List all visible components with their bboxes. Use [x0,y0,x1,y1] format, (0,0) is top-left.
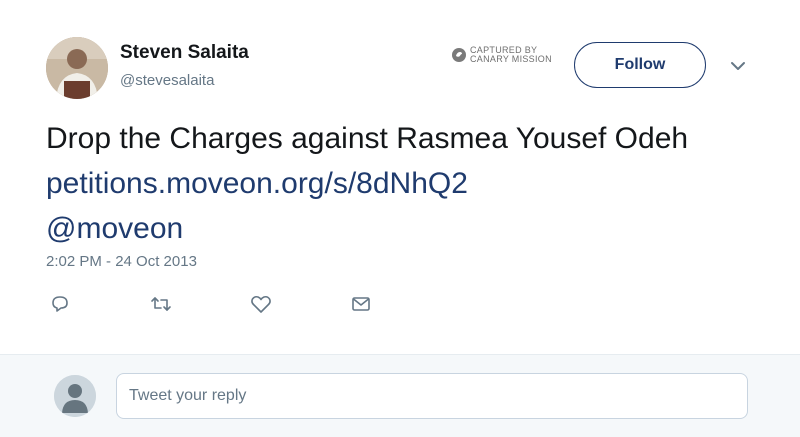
canary-mission-watermark: CAPTURED BY CANARY MISSION [452,46,552,64]
user-avatar [54,375,96,417]
tweet-text: Drop the Charges against Rasmea Yousef O… [46,116,736,251]
reply-bar: Tweet your reply [0,354,800,437]
tweet-link[interactable]: petitions.moveon.org/s/8dNhQ2 [46,167,468,200]
chevron-down-icon[interactable] [728,56,748,76]
tweet-mention[interactable]: @moveon [46,212,183,245]
author-handle[interactable]: @stevesalaita [120,72,214,89]
reply-placeholder: Tweet your reply [129,387,247,404]
follow-button[interactable]: Follow [574,42,706,88]
reply-input[interactable]: Tweet your reply [116,373,748,419]
canary-logo-icon [452,48,466,62]
tweet-body: Drop the Charges against Rasmea Yousef O… [46,122,689,155]
watermark-text: CAPTURED BY CANARY MISSION [470,46,552,64]
author-name[interactable]: Steven Salaita [120,42,249,64]
author-avatar[interactable] [46,37,108,99]
tweet-timestamp[interactable]: 2:02 PM - 24 Oct 2013 [46,253,197,270]
like-icon[interactable] [248,291,274,317]
reply-icon[interactable] [47,291,73,317]
direct-message-icon[interactable] [348,291,374,317]
watermark-line-2: CANARY MISSION [470,54,552,64]
tweet-card: Steven Salaita @stevesalaita CAPTURED BY… [0,0,800,354]
retweet-icon[interactable] [148,291,174,317]
